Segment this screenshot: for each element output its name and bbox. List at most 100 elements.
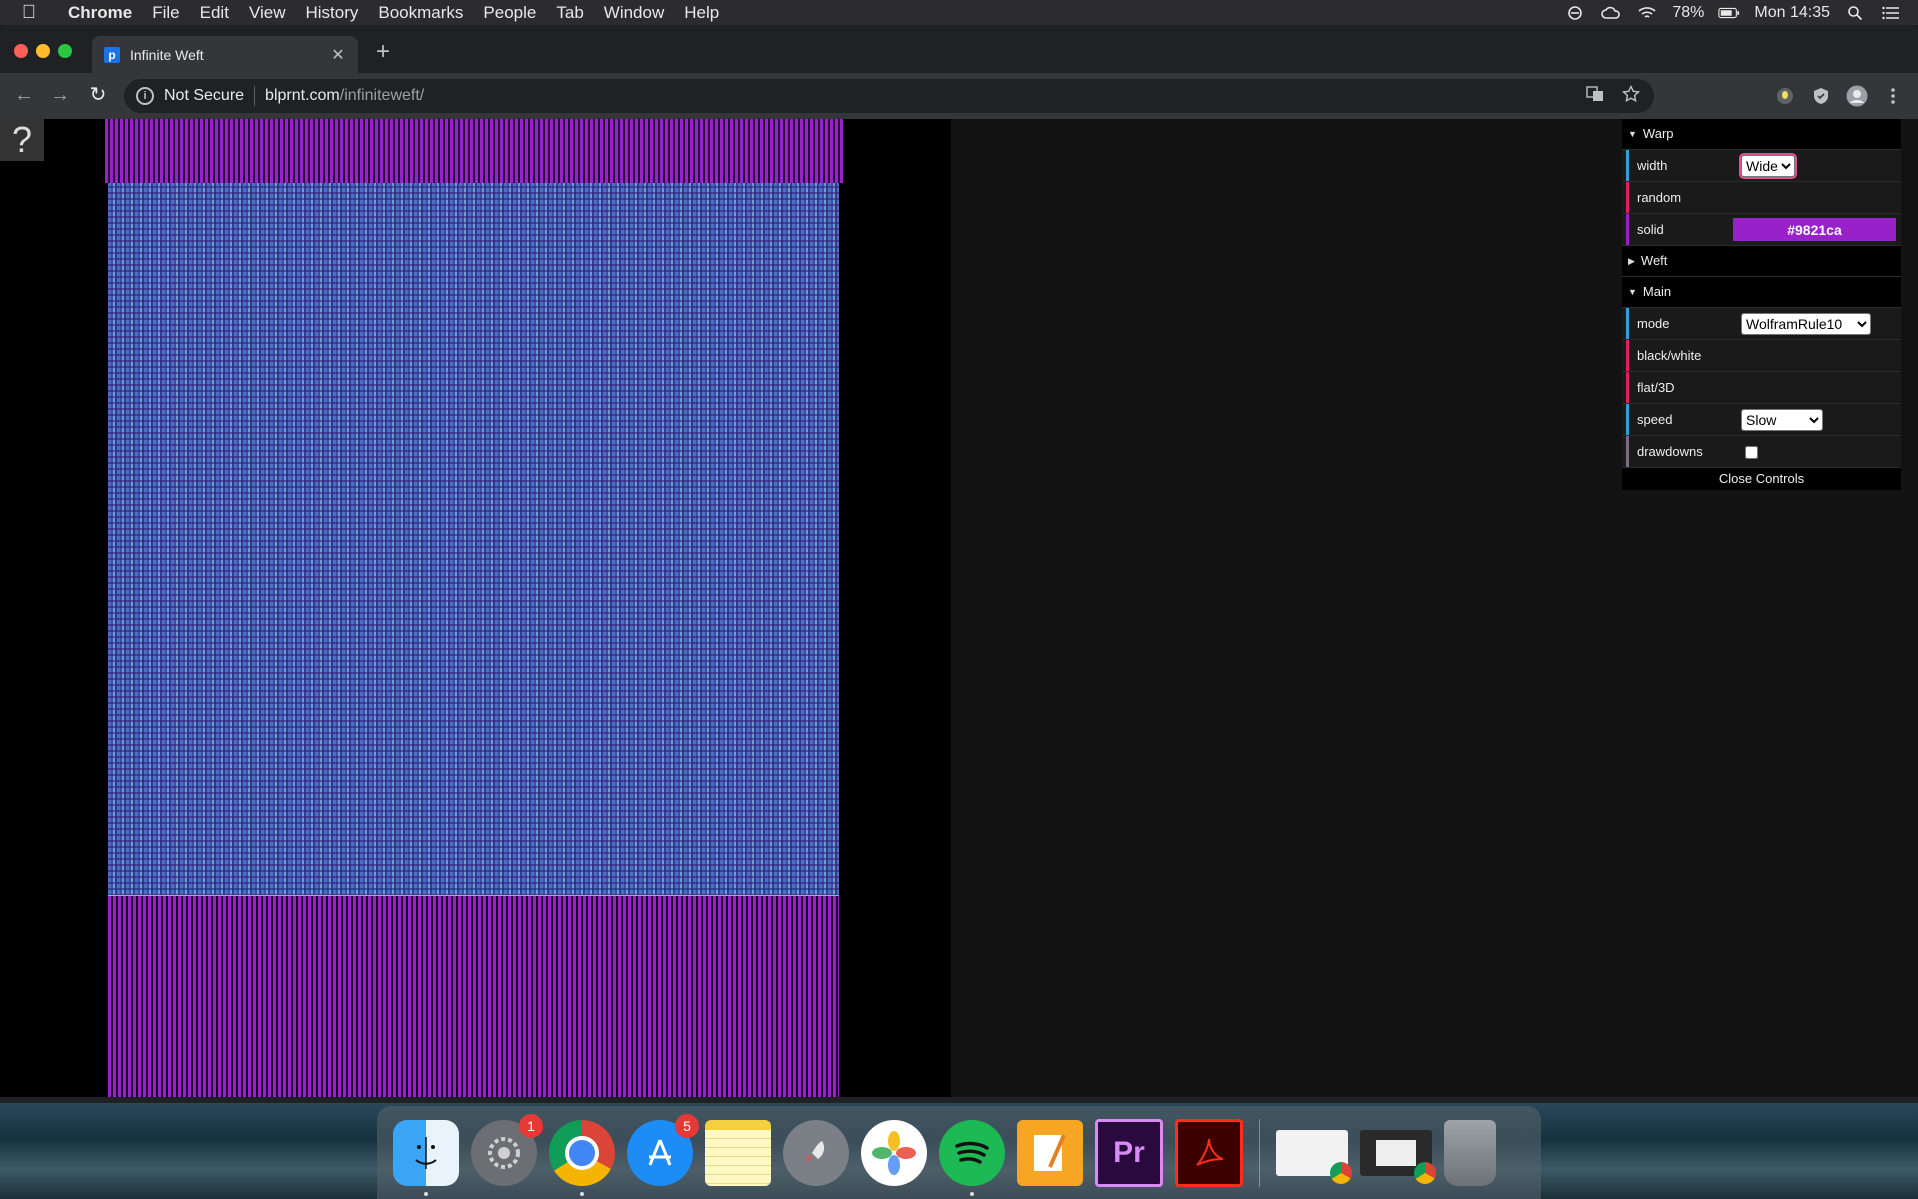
browser-toolbar: ← → ↻ i Not Secure blprnt.com/infinitewe… <box>0 73 1918 119</box>
security-label[interactable]: Not Secure <box>164 87 244 105</box>
notification-badge: 5 <box>675 1113 699 1138</box>
reload-icon[interactable]: ↻ <box>86 83 110 107</box>
system-preferences-icon[interactable]: 1 <box>471 1113 543 1186</box>
photos-icon[interactable] <box>861 1119 927 1186</box>
running-indicator <box>424 1191 428 1196</box>
folder-open-arrow-icon: ▼ <box>1628 287 1637 297</box>
menu-people[interactable]: People <box>473 3 546 23</box>
new-tab-icon[interactable]: + <box>376 40 390 64</box>
control-random[interactable]: random <box>1622 182 1901 214</box>
folder-warp-title: Warp <box>1642 126 1674 141</box>
thumbnail-content <box>1376 1139 1416 1166</box>
random-label[interactable]: random <box>1629 190 1741 205</box>
chrome-menu-icon[interactable] <box>1882 85 1904 107</box>
launchpad-icon[interactable] <box>783 1119 849 1186</box>
dock: 1 5 Pr <box>377 1106 1541 1199</box>
speed-label: speed <box>1637 412 1673 427</box>
app-store-icon[interactable]: 5 <box>627 1113 699 1186</box>
battery-icon[interactable] <box>1718 5 1740 21</box>
url-host: blprnt.com <box>265 87 340 104</box>
finder-icon[interactable] <box>393 1119 459 1196</box>
solid-color-picker[interactable]: #9821ca <box>1733 218 1896 241</box>
black-white-label[interactable]: black/white <box>1629 348 1741 363</box>
window-close-button[interactable] <box>14 44 28 58</box>
folder-open-arrow-icon: ▼ <box>1628 129 1637 139</box>
tab-title: Infinite Weft <box>130 46 204 63</box>
control-black-white[interactable]: black/white <box>1622 340 1901 372</box>
mode-select[interactable]: WolframRule10 <box>1741 312 1871 335</box>
minimized-window-thumbnail[interactable] <box>1276 1129 1352 1184</box>
lightbulb-extension-icon[interactable] <box>1774 85 1796 107</box>
menu-clock[interactable]: Mon 14:35 <box>1754 4 1830 22</box>
apple-menu-icon[interactable]:  <box>0 2 58 24</box>
control-solid: solid #9821ca <box>1622 214 1901 246</box>
dock-separator <box>1259 1118 1260 1187</box>
trash-icon[interactable] <box>1444 1119 1496 1186</box>
profile-avatar[interactable] <box>1846 85 1868 107</box>
browser-window: p Infinite Weft ✕ + ← → ↻ i Not Secure b… <box>0 25 1918 1103</box>
menu-view[interactable]: View <box>239 3 296 23</box>
width-label: width <box>1637 158 1668 173</box>
acrobat-icon[interactable] <box>1175 1118 1243 1187</box>
menu-window[interactable]: Window <box>594 3 674 23</box>
chrome-badge-icon <box>1330 1161 1352 1184</box>
help-button[interactable]: ? <box>0 119 44 161</box>
sync-icon[interactable] <box>1564 5 1586 21</box>
bookmark-star-icon[interactable] <box>1621 84 1641 108</box>
minimized-window-thumbnail[interactable] <box>1360 1129 1436 1184</box>
control-mode: mode WolframRule10 <box>1622 308 1901 340</box>
menu-bookmarks[interactable]: Bookmarks <box>368 3 473 23</box>
notification-center-icon[interactable] <box>1880 5 1902 21</box>
wifi-icon[interactable] <box>1636 5 1658 21</box>
folder-closed-arrow-icon: ▶ <box>1628 256 1635 266</box>
chrome-badge-icon <box>1414 1161 1436 1184</box>
favicon-icon: p <box>104 46 120 63</box>
forward-arrow-icon[interactable]: → <box>48 83 72 107</box>
controls-panel: ▼ Warp width Wide random solid #9821ca ▶… <box>1622 119 1901 490</box>
address-bar[interactable]: i Not Secure blprnt.com/infiniteweft/ <box>124 79 1654 113</box>
folder-weft-title: Weft <box>1640 253 1668 268</box>
folder-main[interactable]: ▼ Main <box>1622 277 1901 308</box>
running-indicator <box>970 1191 974 1196</box>
creative-cloud-icon[interactable] <box>1600 5 1622 21</box>
battery-percent: 78% <box>1672 3 1705 21</box>
back-arrow-icon[interactable]: ← <box>12 83 36 107</box>
close-controls-button[interactable]: Close Controls <box>1622 468 1901 490</box>
drawdowns-label: drawdowns <box>1637 444 1703 459</box>
shield-extension-icon[interactable] <box>1810 85 1832 107</box>
running-indicator <box>580 1191 584 1196</box>
menu-file[interactable]: File <box>142 3 189 23</box>
chrome-center <box>565 1135 599 1170</box>
tab-infinite-weft[interactable]: p Infinite Weft ✕ <box>92 36 358 73</box>
spotify-icon[interactable] <box>939 1119 1005 1196</box>
mode-label: mode <box>1637 316 1670 331</box>
menu-tab[interactable]: Tab <box>546 3 593 23</box>
folder-weft[interactable]: ▶ Weft <box>1622 246 1901 277</box>
spotlight-search-icon[interactable] <box>1844 5 1866 21</box>
extensions-area <box>1774 85 1904 107</box>
menu-app-name[interactable]: Chrome <box>58 3 142 23</box>
notes-icon[interactable] <box>705 1119 771 1186</box>
tab-strip: p Infinite Weft ✕ + <box>0 25 1918 73</box>
premiere-pro-icon[interactable]: Pr <box>1095 1118 1163 1187</box>
control-speed: speed Slow <box>1622 404 1901 436</box>
menu-history[interactable]: History <box>295 3 368 23</box>
folder-warp[interactable]: ▼ Warp <box>1622 119 1901 150</box>
menu-help[interactable]: Help <box>674 3 729 23</box>
flat-3d-label[interactable]: flat/3D <box>1629 380 1741 395</box>
chrome-icon[interactable] <box>549 1119 615 1196</box>
warp-threads-top <box>105 119 843 183</box>
tab-close-icon[interactable]: ✕ <box>328 45 348 65</box>
window-maximize-button[interactable] <box>58 44 72 58</box>
site-info-icon[interactable]: i <box>136 87 154 105</box>
translate-icon[interactable] <box>1586 85 1604 108</box>
pages-icon[interactable] <box>1017 1119 1083 1186</box>
window-minimize-button[interactable] <box>36 44 50 58</box>
speed-select[interactable]: Slow <box>1741 408 1823 431</box>
weave-canvas[interactable]: ? <box>0 119 951 1097</box>
menu-edit[interactable]: Edit <box>190 3 239 23</box>
control-flat-3d[interactable]: flat/3D <box>1622 372 1901 404</box>
drawdowns-checkbox[interactable] <box>1745 446 1758 459</box>
width-select[interactable]: Wide <box>1739 152 1797 179</box>
url-path: /infiniteweft/ <box>339 87 425 104</box>
